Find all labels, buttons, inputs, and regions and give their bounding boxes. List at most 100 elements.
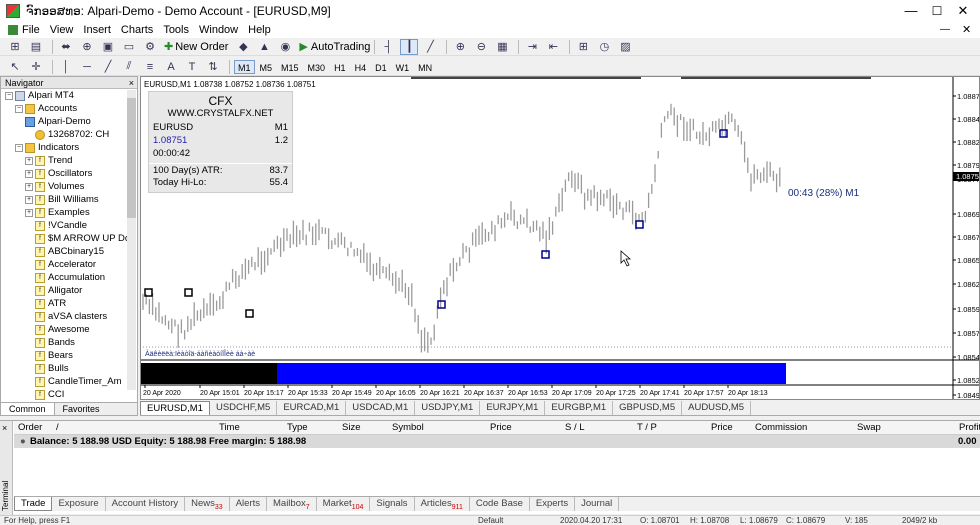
expand-icon[interactable]: − bbox=[15, 104, 23, 113]
menu-insert[interactable]: Insert bbox=[83, 24, 111, 36]
terminal-tab-market[interactable]: Market104 bbox=[317, 497, 371, 511]
expand-icon[interactable]: + bbox=[25, 182, 33, 191]
nav-item-avsa-clasters[interactable]: +faVSA clasters bbox=[1, 310, 137, 323]
horizontal-line-icon[interactable]: ─ bbox=[78, 59, 96, 75]
terminal-tab-experts[interactable]: Experts bbox=[530, 497, 576, 511]
menu-charts[interactable]: Charts bbox=[121, 24, 153, 36]
nav-item-volumes[interactable]: + f Volumes bbox=[1, 180, 137, 193]
expand-icon[interactable]: + bbox=[25, 156, 33, 165]
candlestick-icon[interactable]: ┃ bbox=[400, 38, 419, 55]
tf-mn[interactable]: MN bbox=[414, 60, 436, 74]
profiles-icon[interactable]: ▤ bbox=[27, 39, 45, 55]
column-header-time[interactable]: Time bbox=[219, 422, 240, 433]
column-header-commission[interactable]: Commission bbox=[755, 422, 807, 433]
expand-icon[interactable]: + bbox=[25, 208, 33, 217]
chart-tab-eurusd-m1[interactable]: EURUSD,M1 bbox=[140, 401, 210, 415]
terminal-tab-journal[interactable]: Journal bbox=[575, 497, 620, 511]
terminal-close-button[interactable]: × bbox=[2, 423, 7, 433]
periods-icon[interactable]: ◷ bbox=[595, 39, 613, 55]
expand-icon[interactable]: + bbox=[25, 169, 33, 178]
menu-window[interactable]: Window bbox=[199, 24, 238, 36]
nav-item-vcandle[interactable]: +f!VCandle bbox=[1, 219, 137, 232]
menu-help[interactable]: Help bbox=[248, 24, 271, 36]
tf-d1[interactable]: D1 bbox=[371, 60, 391, 74]
signals-icon[interactable]: ◉ bbox=[276, 39, 294, 55]
zoom-in-icon[interactable]: ⊕ bbox=[451, 39, 469, 55]
nav-item-m-arrow-up-dc[interactable]: +f$M ARROW UP Dc bbox=[1, 232, 137, 245]
new-order-button[interactable]: ✚ New Order bbox=[164, 40, 228, 54]
nav-item-alpari-demo[interactable]: Alpari-Demo bbox=[1, 115, 137, 128]
tf-h1[interactable]: H1 bbox=[330, 60, 350, 74]
terminal-tab-news[interactable]: News33 bbox=[185, 497, 230, 511]
vertical-line-icon[interactable]: │ bbox=[57, 59, 75, 75]
menu-tools[interactable]: Tools bbox=[163, 24, 189, 36]
nav-item-oscillators[interactable]: + f Oscillators bbox=[1, 167, 137, 180]
line-chart-icon[interactable]: ╱ bbox=[421, 39, 439, 55]
chart-tab-usdchf-m5[interactable]: USDCHF,M5 bbox=[210, 401, 278, 415]
tab-common[interactable]: Common bbox=[1, 403, 55, 415]
terminal-tab-alerts[interactable]: Alerts bbox=[230, 497, 267, 511]
mdi-close-button[interactable]: ✕ bbox=[962, 23, 971, 36]
navigator-icon[interactable]: ▣ bbox=[99, 39, 117, 55]
cursor-icon[interactable]: ↖ bbox=[6, 59, 24, 75]
nav-item-atr[interactable]: +fATR bbox=[1, 297, 137, 310]
terminal-tab-trade[interactable]: Trade bbox=[14, 497, 53, 511]
column-header-swap[interactable]: Swap bbox=[857, 422, 881, 433]
bar-chart-icon[interactable]: ┤ bbox=[379, 39, 397, 55]
metaeditor-icon[interactable]: ◆ bbox=[234, 39, 252, 55]
fibonacci-icon[interactable]: ≡ bbox=[141, 59, 159, 75]
terminal-tab-exposure[interactable]: Exposure bbox=[52, 497, 106, 511]
terminal-tab-signals[interactable]: Signals bbox=[370, 497, 415, 511]
chart-tab-eurgbp-m1[interactable]: EURGBP,M1 bbox=[545, 401, 614, 415]
menu-view[interactable]: View bbox=[50, 24, 74, 36]
zoom-out-icon[interactable]: ⊖ bbox=[472, 39, 490, 55]
mdi-minimize-button[interactable]: — bbox=[940, 24, 950, 35]
nav-item-13268702-ch[interactable]: 13268702: CH bbox=[1, 128, 137, 141]
channel-icon[interactable]: ⫽ bbox=[120, 59, 138, 75]
nav-item-examples[interactable]: + f Examples bbox=[1, 206, 137, 219]
tab-favorites[interactable]: Favorites bbox=[55, 403, 108, 415]
tf-m1[interactable]: M1 bbox=[234, 59, 255, 74]
nav-item-candletimer-am[interactable]: +fCandleTimer_Am bbox=[1, 375, 137, 388]
column-header-symbol[interactable]: Symbol bbox=[392, 422, 424, 433]
nav-item-bands[interactable]: +fBands bbox=[1, 336, 137, 349]
tf-m30[interactable]: M30 bbox=[304, 60, 330, 74]
nav-item-accelerator[interactable]: +fAccelerator bbox=[1, 258, 137, 271]
market-watch-icon[interactable]: ⬌ bbox=[57, 39, 75, 55]
column-header-[interactable]: / bbox=[56, 422, 59, 433]
label-icon[interactable]: T bbox=[183, 59, 201, 75]
expand-icon[interactable]: − bbox=[5, 91, 13, 100]
tf-h4[interactable]: H4 bbox=[351, 60, 371, 74]
column-header-profit[interactable]: Profit bbox=[959, 422, 980, 433]
text-icon[interactable]: A bbox=[162, 59, 180, 75]
templates-icon[interactable]: ▨ bbox=[616, 39, 634, 55]
menu-file[interactable]: File bbox=[8, 24, 40, 36]
column-header-price[interactable]: Price bbox=[490, 422, 512, 433]
strategy-tester-icon[interactable]: ⚙ bbox=[141, 39, 159, 55]
nav-item-cci[interactable]: +fCCI bbox=[1, 388, 137, 401]
new-chart-icon[interactable]: ⊞ bbox=[6, 39, 24, 55]
chart-tab-usdjpy-m1[interactable]: USDJPY,M1 bbox=[415, 401, 481, 415]
chart-tab-eurjpy-m1[interactable]: EURJPY,M1 bbox=[480, 401, 546, 415]
terminal-tab-articles[interactable]: Articles911 bbox=[415, 497, 470, 511]
tf-m15[interactable]: M15 bbox=[277, 60, 303, 74]
arrows-icon[interactable]: ⇅ bbox=[204, 59, 222, 75]
indicators-icon[interactable]: ⊞ bbox=[574, 39, 592, 55]
chart-tab-eurcad-m1[interactable]: EURCAD,M1 bbox=[277, 401, 347, 415]
tile-windows-icon[interactable]: ▦ bbox=[493, 39, 511, 55]
column-header-price[interactable]: Price bbox=[711, 422, 733, 433]
auto-scroll-icon[interactable]: ⇥ bbox=[523, 39, 541, 55]
navigator-close-button[interactable]: × bbox=[129, 77, 134, 89]
nav-item-awesome[interactable]: +fAwesome bbox=[1, 323, 137, 336]
chart-tab-audusd-m5[interactable]: AUDUSD,M5 bbox=[682, 401, 752, 415]
chart-tab-gbpusd-m5[interactable]: GBPUSD,M5 bbox=[613, 401, 683, 415]
terminal-icon[interactable]: ▭ bbox=[120, 39, 138, 55]
column-header-s-l[interactable]: S / L bbox=[565, 422, 585, 433]
autotrading-button[interactable]: ▶ AutoTrading bbox=[299, 40, 370, 54]
chart-shift-icon[interactable]: ⇤ bbox=[544, 39, 562, 55]
nav-item-alligator[interactable]: +fAlligator bbox=[1, 284, 137, 297]
data-window-icon[interactable]: ⊕ bbox=[78, 39, 96, 55]
navigator-scrollbar[interactable] bbox=[127, 90, 136, 390]
nav-item-accounts[interactable]: − Accounts bbox=[1, 102, 137, 115]
tf-w1[interactable]: W1 bbox=[392, 60, 414, 74]
